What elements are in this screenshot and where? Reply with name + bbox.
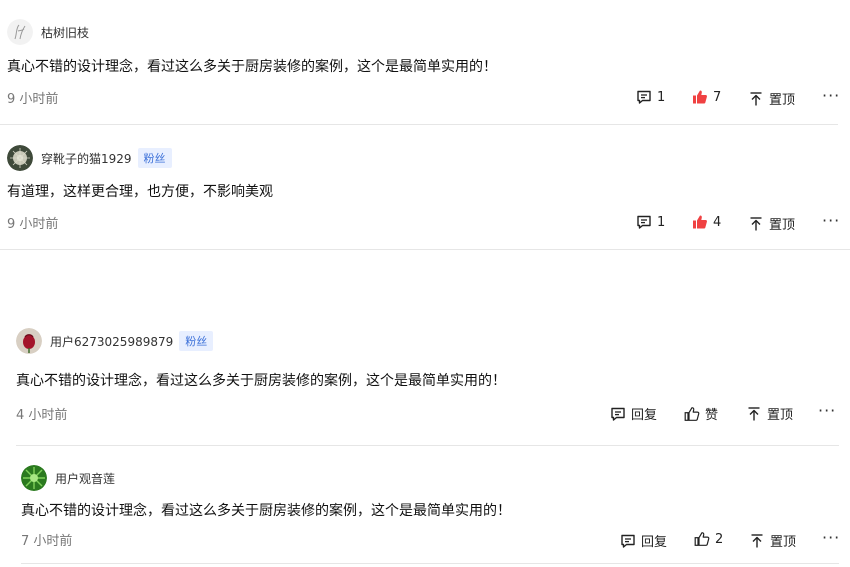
pin-top-icon — [749, 533, 765, 549]
divider — [16, 445, 839, 446]
reply-count: 1 — [657, 89, 666, 105]
comment-author-row: 用户观音莲 — [21, 465, 115, 491]
comment-icon — [636, 89, 652, 105]
thumbs-up-filled-icon — [692, 89, 708, 105]
comment-icon — [610, 406, 626, 422]
comment-time: 4 小时前 — [16, 408, 68, 423]
comment-text: 真心不错的设计理念，看过这么多关于厨房装修的案例，这个是最简单实用的！ — [16, 373, 506, 389]
pin-button[interactable]: 置顶 — [748, 214, 795, 233]
pin-button[interactable]: 置顶 — [748, 89, 795, 108]
username[interactable]: 枯树旧枝 — [41, 24, 89, 41]
like-count: 7 — [713, 89, 722, 105]
like-button[interactable]: 7 — [692, 89, 721, 105]
comment-time: 9 小时前 — [7, 217, 59, 232]
fan-badge: 粉丝 — [179, 331, 214, 351]
like-label: 赞 — [705, 408, 719, 423]
pin-label: 置顶 — [769, 93, 796, 108]
avatar[interactable] — [7, 19, 33, 45]
reply-button[interactable]: 1 — [636, 214, 665, 230]
comment-icon — [636, 214, 652, 230]
like-button[interactable]: 赞 — [684, 404, 718, 423]
reply-button[interactable]: 回复 — [620, 531, 667, 550]
avatar[interactable] — [7, 145, 33, 171]
reply-label: 回复 — [631, 408, 658, 423]
avatar[interactable] — [21, 465, 47, 491]
reply-count: 1 — [657, 214, 666, 230]
pin-button[interactable]: 置顶 — [746, 404, 793, 423]
comment-time: 9 小时前 — [7, 92, 59, 107]
comment-time: 7 小时前 — [21, 534, 73, 549]
pin-label: 置顶 — [767, 408, 794, 423]
comment-author-row: 穿靴子的猫1929 粉丝 — [7, 145, 172, 171]
more-options-button[interactable]: ··· — [822, 530, 840, 546]
reply-label: 回复 — [641, 535, 668, 550]
more-options-button[interactable]: ··· — [818, 403, 836, 419]
thumbs-up-filled-icon — [692, 214, 708, 230]
divider — [0, 124, 838, 125]
more-options-button[interactable]: ··· — [822, 213, 840, 229]
comment-text: 真心不错的设计理念，看过这么多关于厨房装修的案例，这个是最简单实用的！ — [7, 59, 497, 75]
like-button[interactable]: 2 — [694, 531, 723, 547]
comment-icon — [620, 533, 636, 549]
username[interactable]: 用户6273025989879 — [50, 333, 173, 350]
reply-button[interactable]: 回复 — [610, 404, 657, 423]
pin-top-icon — [748, 216, 764, 232]
username[interactable]: 穿靴子的猫1929 — [41, 150, 132, 167]
like-count: 4 — [713, 214, 722, 230]
divider — [21, 563, 839, 564]
comment-text: 有道理，这样更合理，也方便，不影响美观 — [7, 184, 273, 200]
pin-label: 置顶 — [770, 535, 797, 550]
reply-button[interactable]: 1 — [636, 89, 665, 105]
more-options-button[interactable]: ··· — [822, 88, 840, 104]
pin-label: 置顶 — [769, 218, 796, 233]
avatar[interactable] — [16, 328, 42, 354]
comment-author-row: 用户6273025989879 粉丝 — [16, 328, 214, 354]
pin-button[interactable]: 置顶 — [749, 531, 796, 550]
thumbs-up-icon — [694, 531, 710, 547]
like-button[interactable]: 4 — [692, 214, 721, 230]
fan-badge: 粉丝 — [137, 148, 172, 168]
comment-text: 真心不错的设计理念，看过这么多关于厨房装修的案例，这个是最简单实用的！ — [21, 503, 511, 519]
pin-top-icon — [746, 406, 762, 422]
pin-top-icon — [748, 91, 764, 107]
username[interactable]: 用户观音莲 — [55, 470, 115, 487]
thumbs-up-icon — [684, 406, 700, 422]
divider — [0, 249, 850, 250]
like-count: 2 — [715, 531, 724, 547]
comment-author-row: 枯树旧枝 — [7, 19, 89, 45]
